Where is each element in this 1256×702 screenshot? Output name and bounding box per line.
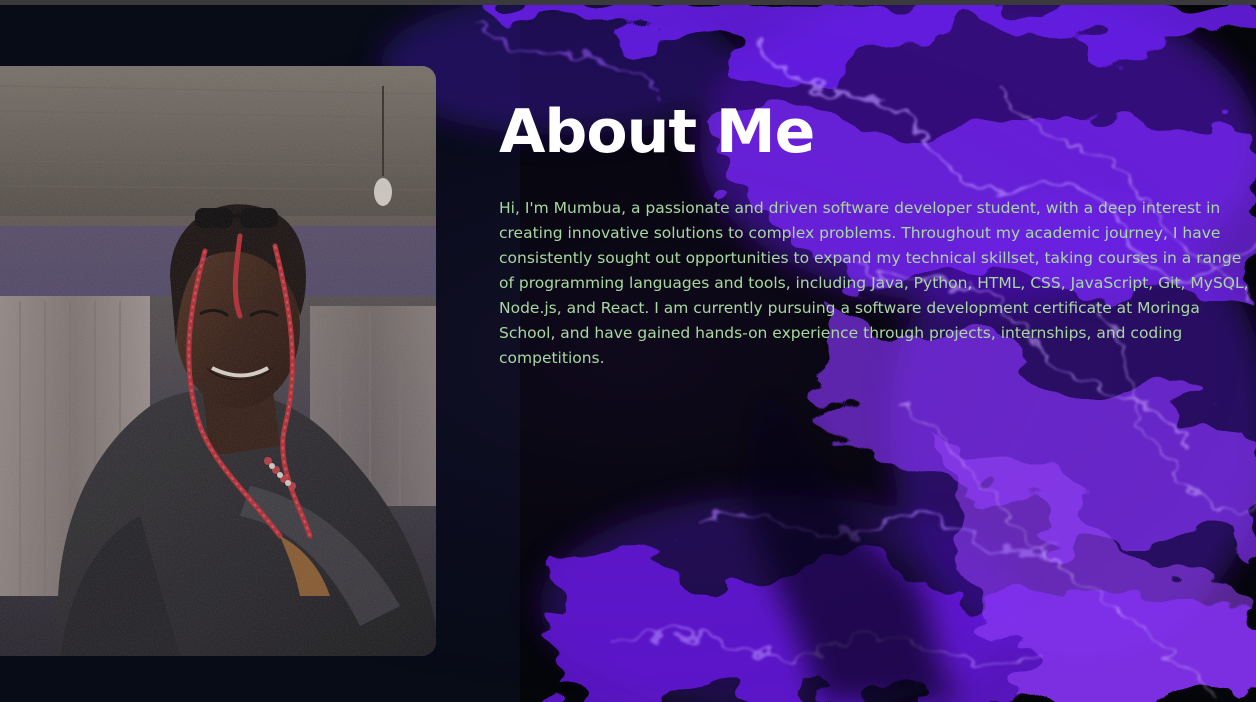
profile-photo [0,66,436,656]
about-section: About Me Hi, I'm Mumbua, a passionate an… [499,96,1256,371]
about-title: About Me [499,97,815,167]
about-bio: Hi, I'm Mumbua, a passionate and driven … [499,199,1249,367]
top-divider-bar [0,0,1256,5]
